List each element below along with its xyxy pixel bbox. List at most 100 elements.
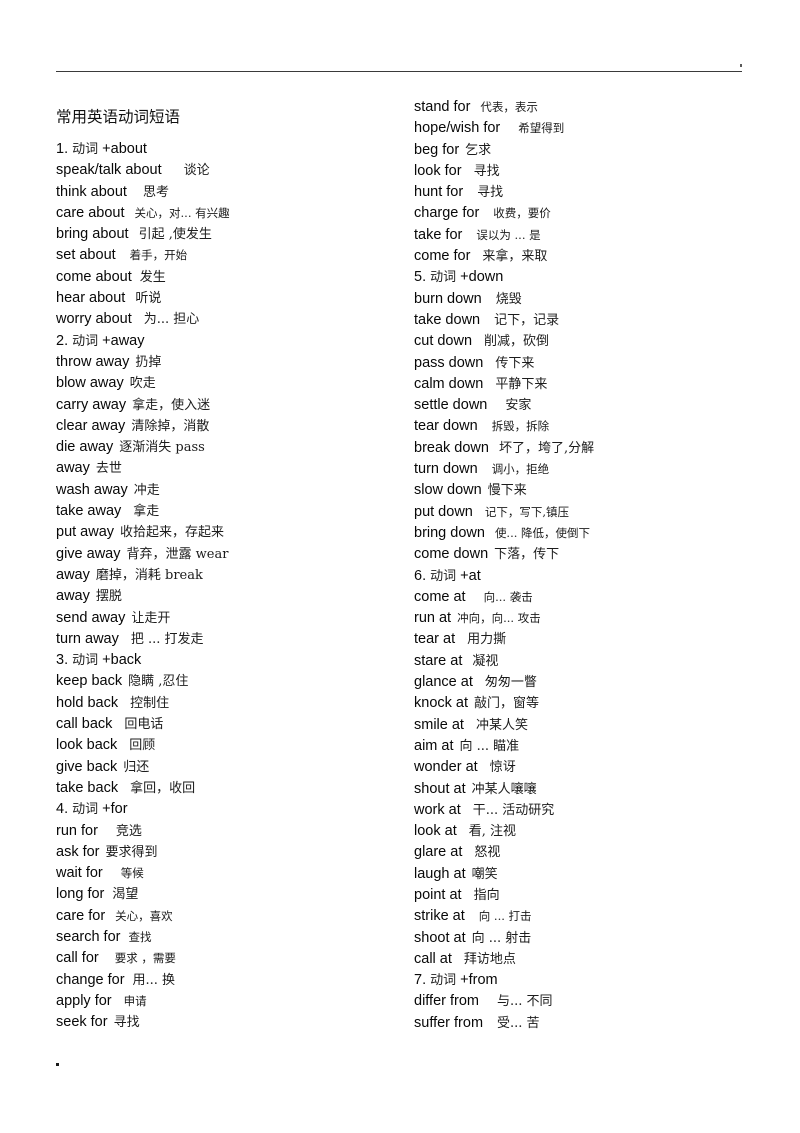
phrase-chinese-gloss: 传下来 [495,355,535,371]
phrase-english: smile at [414,716,464,733]
phrase-english: charge for [414,205,480,222]
phrase-english: hear about [56,290,126,307]
phrase-entry: look for 寻找 [414,161,754,182]
phrase-english: call at [414,950,452,967]
phrase-entry: break down 坏了，垮了,分解 [414,438,754,459]
section-number: 1. [56,141,69,157]
phrase-chinese-gloss: 谈论 [183,163,210,179]
phrase-entry: run for 竞选 [56,821,396,842]
phrase-list-left: 1. 动词 +about speak/talk about 谈论 think abou… [56,0,396,1033]
phrase-chinese-gloss: 拿回，收回 [130,780,196,796]
section-label-zh: 动词 [430,973,457,989]
phrase-entry: work at 干... 活动研究 [414,800,754,821]
phrase-entry: beg for 乞求 [414,140,754,161]
phrase-entry: away 摆脱 [56,586,396,607]
phrase-chinese-gloss: 拆毁，拆除 [491,419,550,434]
phrase-english: settle down [414,397,488,414]
phrase-chinese-gloss: 凝视 [472,653,499,669]
phrase-chinese-gloss: 寻找 [477,185,504,201]
phrase-entry: worry about 为... 担心 [56,309,396,330]
phrase-entry: turn down 调小，拒绝 [414,459,754,480]
phrase-english: take back [56,779,119,796]
phrase-entry: look back 回顾 [56,735,396,756]
phrase-chinese-gloss: 清除掉，消散 [131,418,210,434]
section-label-zh: 动词 [72,333,99,349]
phrase-english: give away [56,545,121,562]
phrase-english: pass down [414,354,484,371]
section-label-zh: 动词 [430,568,457,584]
phrase-english: turn away [56,630,119,647]
section-particle: +at [460,567,481,584]
section-number: 2. [56,332,69,349]
phrase-english: hope/wish for [414,120,501,137]
section-number: 5. [414,269,427,286]
phrase-chinese-gloss: 关心，喜欢 [115,908,173,923]
section-particle: +back [102,652,142,669]
phrase-chinese-gloss: 回电话 [124,717,164,733]
document-page: 常用英语动词短语 1. 动词 +about speak/talk about 谈论 t… [0,0,800,1133]
phrase-entry: hold back 控制住 [56,693,396,714]
phrase-entry: stare at 凝视 [414,651,754,672]
phrase-chinese-gloss: 向 ... 射击 [471,930,532,946]
phrase-entry: glance at 匆匆一瞥 [414,672,754,693]
phrase-english: stand for [414,99,471,115]
phrase-chinese-gloss: 惊讶 [489,760,516,776]
phrase-english: change for [56,971,125,988]
section-particle: +for [102,801,128,818]
phrase-english: come about [56,268,132,285]
phrase-entry: change for 用... 换 [56,970,396,991]
phrase-chinese-gloss: 听说 [135,291,162,307]
phrase-english: wait for [56,865,103,882]
phrase-english: away [56,588,90,605]
phrase-entry: care about 关心，对... 有兴趣 [56,203,396,224]
phrase-chinese-gloss: 向... 袭击 [483,589,533,604]
phrase-entry: blow away 吹走 [56,373,396,394]
phrase-chinese-gloss: 误以为 ... 是 [476,227,541,242]
phrase-entry: take back 拿回，收回 [56,778,396,799]
column-right: stand for 代表，表示 hope/wish for 希望得到 beg for 乞求… [414,0,754,1034]
phrase-english: look back [56,737,118,754]
phrase-chinese-gloss: 受... 苦 [497,1015,540,1031]
section-number: 4. [56,801,69,818]
phrase-chinese-gloss: 要求 ，需要 [114,951,176,966]
phrase-english: put away [56,524,115,541]
phrase-english: bring down [414,524,485,541]
phrase-chinese-gloss: 控制住 [130,695,170,711]
phrase-english: put down [414,503,473,520]
phrase-chinese-gloss: 寻找 [473,163,500,179]
section-number: 7. [414,972,427,989]
phrase-entry: come down 下落，传下 [414,544,754,565]
phrase-chinese-gloss: 代表，表示 [480,100,538,114]
phrase-english: away [56,460,90,477]
phrase-entry: look at 看, 注视 [414,821,754,842]
phrase-entry: away 去世 [56,458,396,479]
phrase-chinese-gloss: 向 ... 打击 [478,909,532,924]
phrase-english: search for [56,928,121,945]
phrase-english: take for [414,226,463,243]
phrase-english: blow away [56,375,124,392]
phrase-entry: cut down 削减，砍倒 [414,331,754,352]
phrase-list-right: stand for 代表，表示 hope/wish for 希望得到 beg for 乞求… [414,0,754,1034]
phrase-chinese-gloss: 冲某人嚷嚷 [471,781,537,797]
phrase-entry: come about 发生 [56,267,396,288]
phrase-english: come down [414,546,489,563]
phrase-chinese-gloss: 匆匆一瞥 [484,675,537,691]
phrase-chinese-gloss: 安家 [505,398,532,414]
phrase-english: care for [56,907,106,924]
phrase-english: think about [56,183,127,200]
phrase-chinese-gloss: 冲走 [133,482,160,498]
phrase-entry: put away 收拾起来，存起来 [56,522,396,543]
section-label-zh: 动词 [72,653,99,669]
phrase-chinese-gloss: 寻找 [113,1015,140,1031]
phrase-entry: call back 回电话 [56,714,396,735]
phrase-english: differ from [414,993,480,1010]
phrase-chinese-gloss: 希望得到 [518,121,565,136]
phrase-chinese-gloss: 思考 [142,184,169,200]
phrase-english: look at [414,823,457,840]
phrase-english: speak/talk about [56,162,162,179]
phrase-entry: aim at 向 ... 瞄准 [414,736,754,757]
section-number: 6. [414,567,427,584]
phrase-entry: ask for 要求得到 [56,842,396,863]
phrase-english: give back [56,758,118,775]
phrase-entry: long for 渴望 [56,884,396,905]
